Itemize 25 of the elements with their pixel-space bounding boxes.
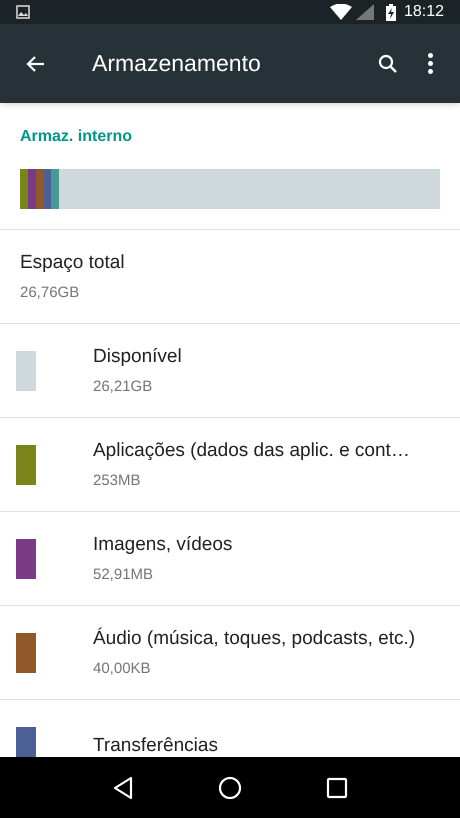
status-time: 18:12 — [404, 2, 444, 22]
category-title: Disponível — [93, 345, 182, 369]
wifi-icon — [330, 4, 352, 20]
signal-icon — [356, 4, 374, 20]
total-space-value: 26,76GB — [20, 282, 80, 302]
category-size: 40,00KB — [93, 658, 152, 678]
storage-category-item[interactable]: Áudio (música, toques, podcasts, etc.) 40,00KB — [0, 606, 460, 700]
square-recents-icon — [326, 776, 348, 798]
battery-icon — [386, 4, 396, 20]
category-title: Transferências — [93, 734, 218, 757]
category-size: 26,21GB — [93, 376, 154, 396]
storage-category-item[interactable]: Aplicações (dados das aplic. e cont… 253MB — [0, 418, 460, 512]
section-header: Armaz. interno — [20, 127, 134, 147]
app-bar-title: Armazenamento — [92, 49, 262, 78]
category-size: 52,91MB — [93, 564, 154, 584]
image-icon — [16, 5, 30, 19]
category-title: Imagens, vídeos — [93, 533, 232, 557]
storage-category-item[interactable]: Imagens, vídeos 52,91MB — [0, 512, 460, 606]
total-space-title: Espaço total — [20, 251, 126, 275]
category-title: Aplicações (dados das aplic. e cont… — [93, 439, 410, 463]
storage-category-item[interactable]: Disponível 26,21GB — [0, 324, 460, 418]
triangle-back-icon — [112, 776, 134, 800]
circle-home-icon — [218, 776, 242, 800]
category-size: 253MB — [93, 470, 142, 490]
category-title: Áudio (música, toques, podcasts, etc.) — [93, 626, 416, 651]
